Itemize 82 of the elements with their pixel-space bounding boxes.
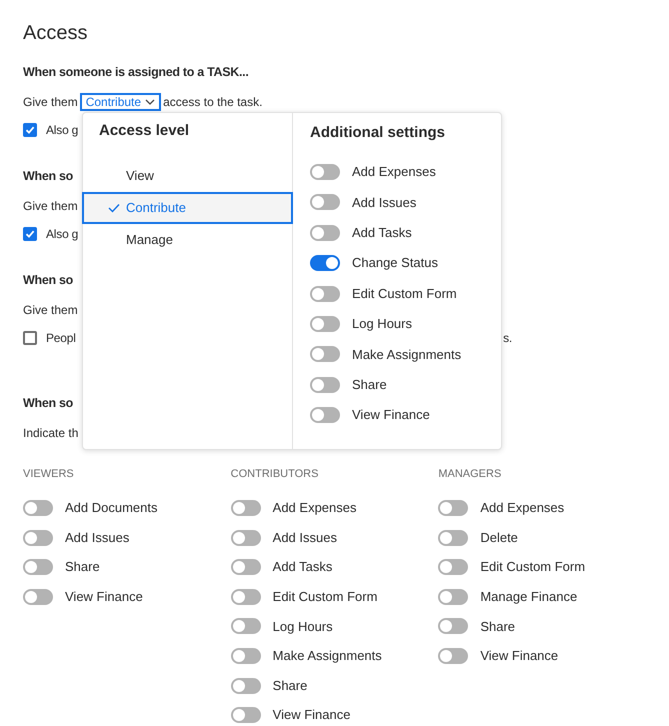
- toggle-label: Make Assignments: [272, 647, 382, 666]
- toggle-label: Add Documents: [65, 499, 158, 518]
- toggle-label: Edit Custom Form: [352, 284, 457, 303]
- toggle-switch[interactable]: [310, 164, 340, 180]
- toggle-label: View Finance: [480, 647, 558, 666]
- toggle-switch[interactable]: [23, 530, 53, 546]
- toggle-label: Add Issues: [272, 528, 337, 547]
- toggle-switch[interactable]: [230, 707, 261, 724]
- checkbox[interactable]: [23, 331, 37, 345]
- toggle-switch[interactable]: [438, 500, 468, 516]
- column-header: VIEWERS: [23, 467, 75, 482]
- toggle-switch[interactable]: [310, 286, 340, 302]
- checkbox-label: Also g: [46, 122, 78, 139]
- access-option[interactable]: Contribute: [82, 192, 293, 224]
- checkbox-label: Also g: [46, 226, 78, 243]
- checkbox-label: s.: [503, 330, 512, 347]
- toggle-switch[interactable]: [438, 588, 468, 605]
- toggle-label: View Finance: [65, 588, 143, 606]
- toggle-label: Add Expenses: [352, 163, 436, 182]
- toggle-switch[interactable]: [310, 255, 340, 272]
- access-option[interactable]: Manage: [82, 224, 293, 256]
- toggle-label: Share: [480, 618, 516, 636]
- section-heading: When so: [23, 395, 73, 412]
- toggle-label: Add Expenses: [480, 499, 564, 518]
- toggle-switch[interactable]: [438, 530, 468, 546]
- toggle-switch[interactable]: [230, 530, 261, 546]
- toggle-label: Share: [352, 376, 387, 394]
- checkmark-icon: [108, 203, 120, 213]
- access-option[interactable]: View: [82, 160, 293, 192]
- toggle-label: Add Issues: [65, 528, 130, 547]
- toggle-label: Share: [65, 558, 100, 576]
- toggle-switch[interactable]: [310, 194, 340, 210]
- toggle-switch[interactable]: [230, 559, 261, 576]
- sentence-text: Indicate th: [23, 425, 78, 442]
- toggle-switch[interactable]: [310, 346, 340, 362]
- toggle-switch[interactable]: [23, 588, 53, 605]
- chevron-down-icon: [145, 99, 156, 105]
- column-header: CONTRIBUTORS: [230, 467, 320, 482]
- toggle-label: Add Tasks: [272, 558, 332, 576]
- toggle-label: Add Expenses: [272, 499, 356, 518]
- sentence-text: Give them: [23, 198, 78, 215]
- section-heading: When someone is assigned to a TASK...: [23, 64, 249, 81]
- checkbox-label: Peopl: [46, 330, 76, 347]
- toggle-label: Change Status: [352, 254, 438, 272]
- toggle-label: View Finance: [272, 706, 350, 724]
- toggle-switch[interactable]: [23, 500, 53, 516]
- sentence-text: Give them: [23, 94, 78, 111]
- popover-heading: Access level: [99, 121, 190, 141]
- toggle-switch[interactable]: [438, 648, 468, 664]
- page-title: Access: [23, 21, 88, 46]
- column-header: MANAGERS: [438, 467, 502, 482]
- toggle-label: Make Assignments: [352, 346, 462, 364]
- checkbox[interactable]: [23, 227, 37, 241]
- section-heading: When so: [23, 272, 73, 289]
- checkbox[interactable]: [23, 123, 37, 137]
- toggle-switch[interactable]: [230, 588, 261, 605]
- toggle-switch[interactable]: [310, 376, 340, 393]
- toggle-label: Manage Finance: [480, 588, 578, 606]
- toggle-switch[interactable]: [310, 407, 340, 424]
- toggle-label: Add Tasks: [352, 224, 412, 242]
- toggle-switch[interactable]: [438, 559, 468, 576]
- toggle-label: Share: [272, 676, 308, 695]
- toggle-label: Log Hours: [352, 315, 412, 334]
- toggle-switch[interactable]: [230, 500, 261, 516]
- toggle-switch[interactable]: [23, 559, 53, 576]
- toggle-switch[interactable]: [438, 618, 468, 634]
- section-heading: When so: [23, 168, 73, 185]
- sentence-text: access to the task.: [163, 94, 262, 111]
- toggle-switch[interactable]: [230, 678, 261, 694]
- toggle-switch[interactable]: [230, 618, 261, 634]
- access-dropdown[interactable]: Contribute: [80, 93, 162, 111]
- toggle-switch[interactable]: [310, 316, 340, 332]
- toggle-label: Delete: [480, 528, 518, 547]
- toggle-label: View Finance: [352, 406, 430, 424]
- toggle-label: Edit Custom Form: [480, 558, 586, 576]
- toggle-label: Edit Custom Form: [272, 588, 378, 606]
- toggle-switch[interactable]: [310, 224, 340, 241]
- popover-heading: Additional settings: [310, 123, 446, 143]
- toggle-switch[interactable]: [230, 648, 261, 664]
- toggle-label: Add Issues: [352, 194, 416, 212]
- sentence-text: Give them: [23, 302, 78, 319]
- toggle-label: Log Hours: [272, 618, 333, 636]
